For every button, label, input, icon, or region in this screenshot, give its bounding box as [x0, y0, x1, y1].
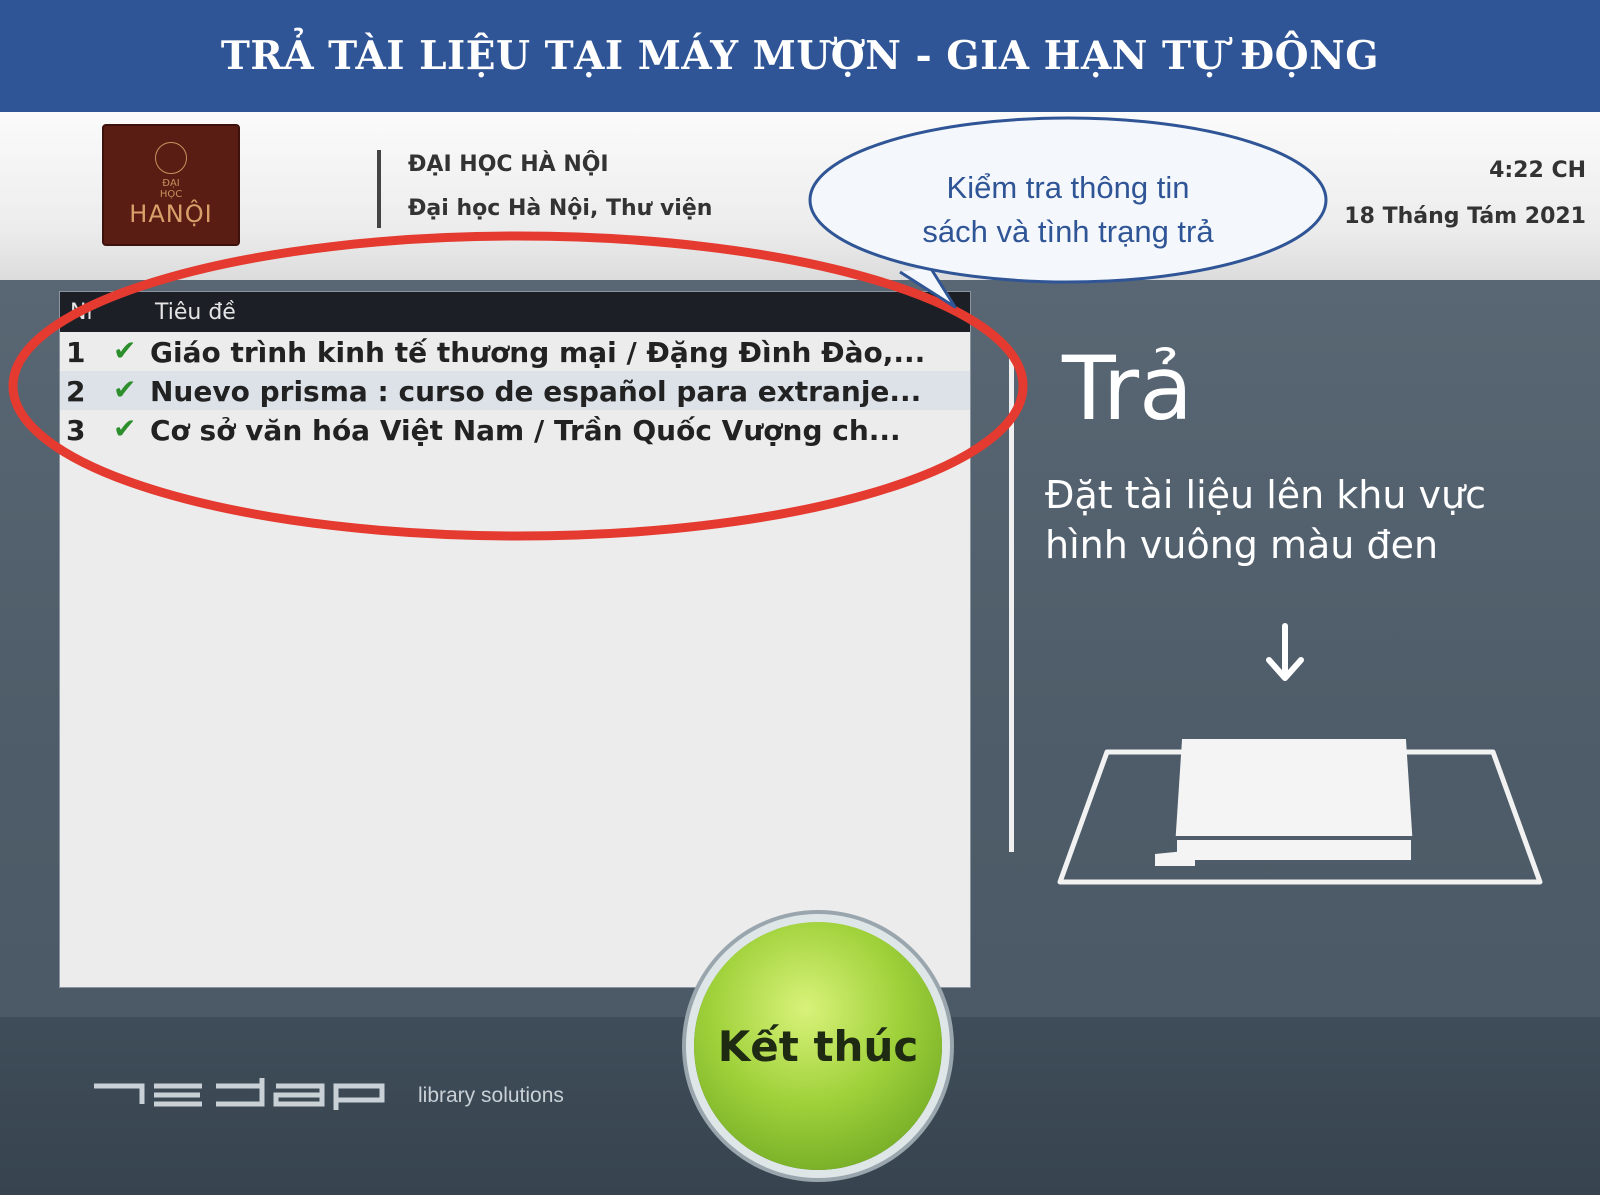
banner-title: TRẢ TÀI LIỆU TẠI MÁY MƯỢN - GIA HẠN TỰ Đ… — [220, 33, 1380, 79]
callout-line-1: Kiểm tra thông tin — [946, 170, 1190, 205]
highlight-ellipse — [8, 116, 1328, 541]
callout-line-2: sách và tình trạng trả — [922, 214, 1214, 249]
brand-tagline: library solutions — [418, 1084, 564, 1107]
end-button[interactable]: Kết thúc — [694, 922, 942, 1170]
book-on-tray-icon — [1057, 739, 1543, 885]
nedap-logo-icon — [94, 1078, 385, 1110]
end-button-label: Kết thúc — [717, 1021, 919, 1071]
banner: TRẢ TÀI LIỆU TẠI MÁY MƯỢN - GIA HẠN TỰ Đ… — [0, 0, 1600, 112]
kiosk-screen: ĐẠI HỌC HANỘI ĐẠI HỌC HÀ NỘI Đại học Hà … — [0, 112, 1600, 1195]
callout-bubble: Kiểm tra thông tin sách và tình trạng tr… — [888, 166, 1248, 254]
